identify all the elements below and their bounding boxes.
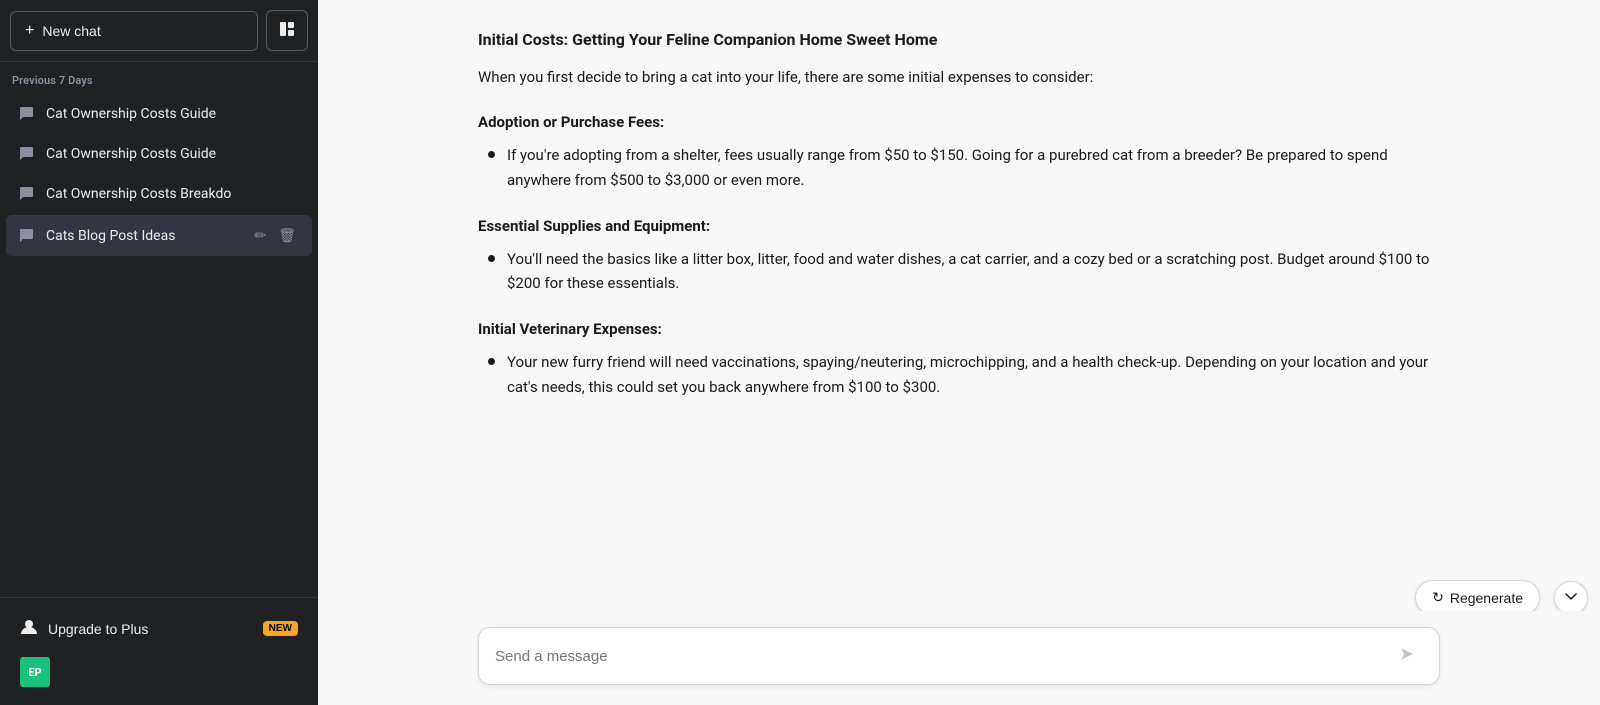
section-initial-costs: Initial Costs: Getting Your Feline Compa… bbox=[478, 30, 1440, 89]
new-badge: NEW bbox=[263, 621, 298, 636]
sidebar: + New chat Previous 7 Days Cat Ownershi bbox=[0, 0, 318, 705]
chat-delete-button-4[interactable]: 🗑 bbox=[274, 225, 300, 246]
regenerate-button[interactable]: ↻ Regenerate bbox=[1415, 580, 1540, 615]
vet-bullet-1: Your new furry friend will need vaccinat… bbox=[478, 350, 1440, 400]
message-input[interactable] bbox=[495, 648, 1391, 665]
chevron-down-icon bbox=[1564, 590, 1578, 607]
supplies-bullet-1: You'll need the basics like a litter box… bbox=[478, 247, 1440, 297]
upgrade-to-plus-button[interactable]: Upgrade to Plus NEW bbox=[8, 608, 310, 649]
sidebar-layout-button[interactable] bbox=[266, 10, 308, 51]
chat-icon-1 bbox=[18, 105, 36, 123]
layout-icon bbox=[279, 21, 295, 40]
avatar: EP bbox=[20, 657, 50, 687]
vet-section: Initial Veterinary Expenses: Your new fu… bbox=[478, 320, 1440, 400]
chat-item-label-1: Cat Ownership Costs Guide bbox=[46, 106, 300, 122]
intro-text: When you first decide to bring a cat int… bbox=[478, 65, 1440, 89]
chat-item-2[interactable]: Cat Ownership Costs Guide bbox=[6, 135, 312, 173]
new-chat-label: New chat bbox=[42, 23, 100, 39]
chat-icon-2 bbox=[18, 145, 36, 163]
chat-item-3[interactable]: Cat Ownership Costs Breakdo bbox=[6, 175, 312, 213]
chat-edit-button-4[interactable]: ✏ bbox=[250, 225, 270, 246]
adoption-section: Adoption or Purchase Fees: If you're ado… bbox=[478, 113, 1440, 193]
vet-text-1: Your new furry friend will need vaccinat… bbox=[507, 350, 1440, 400]
regenerate-icon: ↻ bbox=[1432, 589, 1444, 606]
supplies-section: Essential Supplies and Equipment: You'll… bbox=[478, 217, 1440, 297]
sidebar-top: + New chat bbox=[0, 0, 318, 62]
plus-icon: + bbox=[25, 22, 34, 40]
bullet-dot bbox=[488, 151, 495, 158]
scroll-down-button[interactable] bbox=[1554, 581, 1588, 615]
vet-heading: Initial Veterinary Expenses: bbox=[478, 320, 1440, 338]
chat-item-label-4: Cats Blog Post Ideas bbox=[46, 228, 240, 244]
input-area bbox=[318, 611, 1600, 705]
supplies-text-1: You'll need the basics like a litter box… bbox=[507, 247, 1440, 297]
bullet-dot-3 bbox=[488, 358, 495, 365]
adoption-text-1: If you're adopting from a shelter, fees … bbox=[507, 143, 1440, 193]
message-input-box bbox=[478, 627, 1440, 685]
chat-item-label-2: Cat Ownership Costs Guide bbox=[46, 146, 300, 162]
chat-item-1[interactable]: Cat Ownership Costs Guide bbox=[6, 95, 312, 133]
chat-icon-4 bbox=[18, 227, 36, 245]
supplies-heading: Essential Supplies and Equipment: bbox=[478, 217, 1440, 235]
send-button[interactable] bbox=[1391, 640, 1423, 672]
chat-item-4[interactable]: Cats Blog Post Ideas ✏ 🗑 bbox=[6, 215, 312, 256]
upgrade-label: Upgrade to Plus bbox=[48, 621, 148, 637]
chat-icon-3 bbox=[18, 185, 36, 203]
chat-item-4-actions: ✏ 🗑 bbox=[250, 225, 300, 246]
chat-list: Cat Ownership Costs Guide Cat Ownership … bbox=[0, 93, 318, 258]
new-chat-button[interactable]: + New chat bbox=[10, 11, 258, 51]
initial-costs-heading: Initial Costs: Getting Your Feline Compa… bbox=[478, 30, 1440, 49]
regenerate-label: Regenerate bbox=[1450, 590, 1523, 606]
sidebar-bottom: Upgrade to Plus NEW EP bbox=[0, 597, 318, 705]
chat-area: Initial Costs: Getting Your Feline Compa… bbox=[318, 0, 1600, 705]
adoption-bullet-1: If you're adopting from a shelter, fees … bbox=[478, 143, 1440, 193]
adoption-heading: Adoption or Purchase Fees: bbox=[478, 113, 1440, 131]
main-content: Initial Costs: Getting Your Feline Compa… bbox=[318, 0, 1600, 705]
send-icon bbox=[1399, 646, 1415, 667]
previous-7-days-label: Previous 7 Days bbox=[0, 62, 318, 93]
chat-item-label-3: Cat Ownership Costs Breakdo bbox=[46, 186, 300, 202]
bullet-dot-2 bbox=[488, 255, 495, 262]
user-icon bbox=[20, 618, 38, 639]
